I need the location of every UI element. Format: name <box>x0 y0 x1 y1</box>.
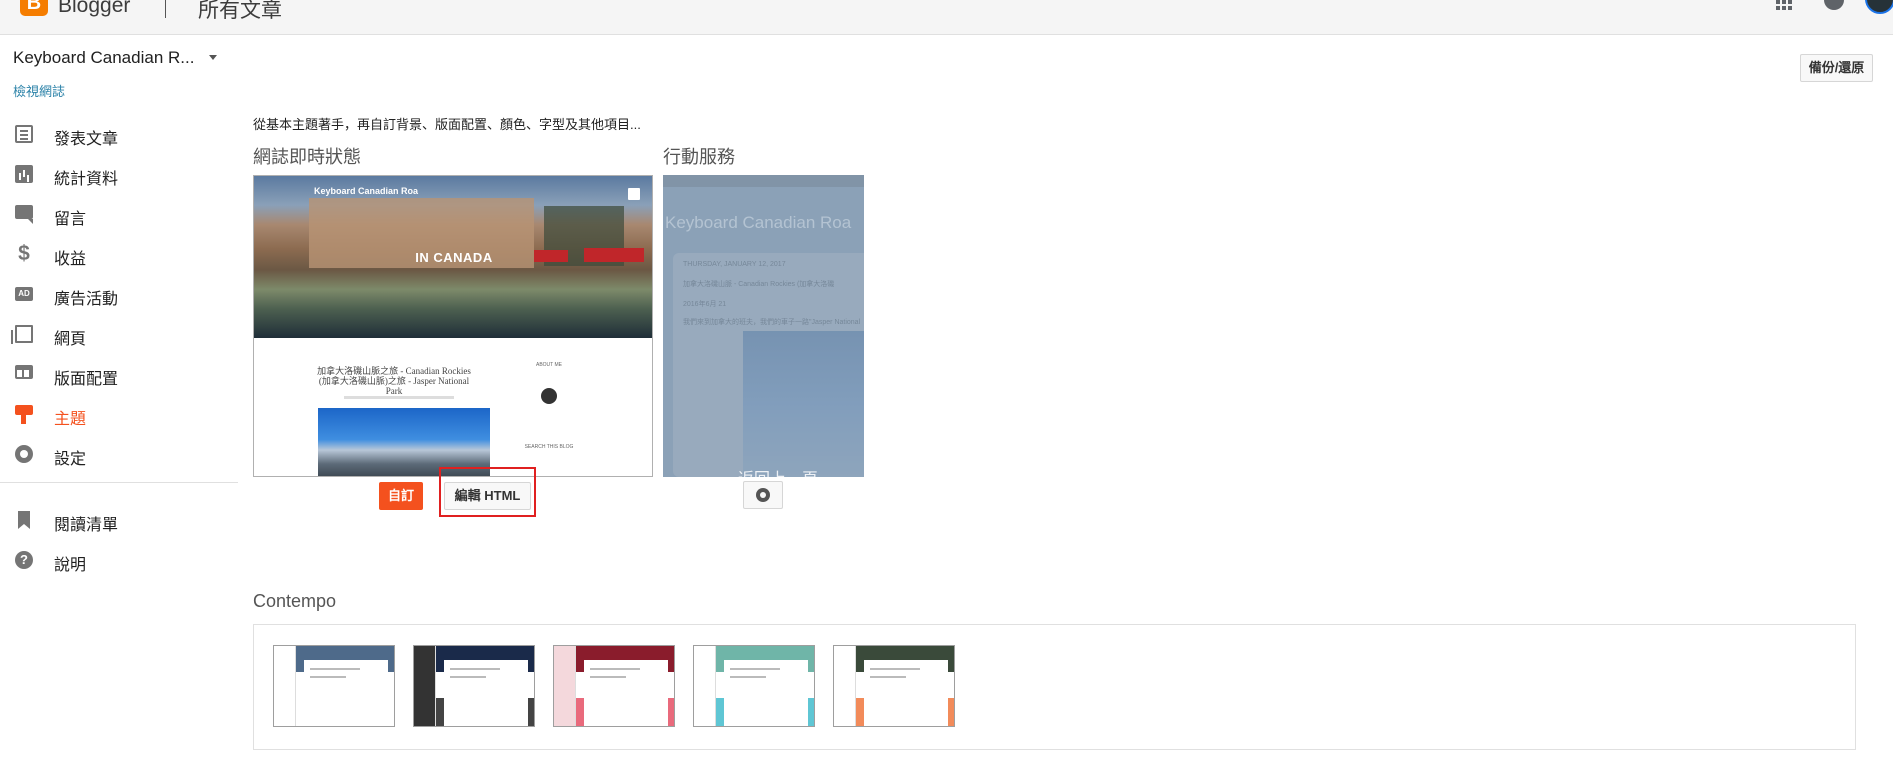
preview-hero-image: Keyboard Canadian Roa IN CANADA <box>254 176 652 338</box>
preview-blog-title: Keyboard Canadian Roa <box>314 186 419 196</box>
layout-icon <box>15 365 33 379</box>
dollar-icon: $ <box>18 242 30 265</box>
theme-thumbnail[interactable] <box>833 645 955 727</box>
sidebar-divider <box>0 482 238 483</box>
pages-icon <box>11 325 33 344</box>
sidebar-item-campaigns[interactable]: AD 廣告活動 <box>0 274 238 314</box>
preview-about-me: ABOUT ME <box>535 362 563 368</box>
page-title: 所有文章 <box>198 0 282 22</box>
sidebar-nav: 發表文章 統計資料 留言 $ 收益 AD 廣告活動 網頁 版面配置 主題 設定 <box>0 114 238 474</box>
thumb-post <box>584 660 668 726</box>
gear-icon <box>15 445 33 463</box>
sidebar-item-label: 主題 <box>54 411 87 428</box>
sidebar-item-label: 留言 <box>54 211 87 228</box>
thumb-sidebar <box>834 646 856 726</box>
thumb-post <box>444 660 528 726</box>
thumb-post <box>724 660 808 726</box>
theme-family-heading: Contempo <box>253 591 337 611</box>
account-icon[interactable] <box>1824 0 1844 10</box>
avatar[interactable] <box>1865 0 1893 14</box>
sidebar-item-theme[interactable]: 主題 <box>0 394 238 434</box>
mobile-theme-preview[interactable]: Keyboard Canadian Roa THURSDAY, JANUARY … <box>663 175 864 477</box>
mobile-settings-button[interactable] <box>743 481 783 509</box>
sidebar-item-reading-list[interactable]: 閱讀清單 <box>0 500 238 540</box>
sidebar-item-label: 統計資料 <box>54 171 119 188</box>
mobile-overlay <box>663 175 864 477</box>
thumb-post <box>304 660 388 726</box>
bookmark-icon <box>18 511 30 529</box>
divider <box>165 0 166 18</box>
preview-hero-caption: IN CANADA <box>415 250 493 265</box>
sidebar-item-pages[interactable]: 網頁 <box>0 314 238 354</box>
gear-icon <box>756 488 770 502</box>
edit-html-button[interactable]: 編輯 HTML <box>444 482 531 510</box>
stats-icon <box>15 165 33 183</box>
ads-icon: AD <box>15 287 33 301</box>
sidebar-item-stats[interactable]: 統計資料 <box>0 154 238 194</box>
thumb-sidebar <box>274 646 296 726</box>
posts-icon <box>15 125 33 143</box>
top-bar: B Blogger 所有文章 <box>0 0 1893 35</box>
thumb-line <box>870 676 906 678</box>
help-icon: ? <box>15 551 33 569</box>
sidebar-item-layout[interactable]: 版面配置 <box>0 354 238 394</box>
preview-post-meta <box>344 396 454 399</box>
sidebar-item-help[interactable]: ? 說明 <box>0 540 238 580</box>
backup-restore-button[interactable]: 備份/還原 <box>1800 54 1873 82</box>
thumb-line <box>590 676 626 678</box>
thumb-sidebar <box>694 646 716 726</box>
mobile-label: 行動服務 <box>663 147 735 167</box>
apps-grid-icon[interactable] <box>1776 0 1792 10</box>
thumb-sidebar <box>414 646 436 726</box>
sidebar-item-label: 版面配置 <box>54 371 119 388</box>
sidebar-item-settings[interactable]: 設定 <box>0 434 238 474</box>
preview-post-title: 加拿大洛磯山脈之旅 - Canadian Rockies (加拿大洛磯山脈)之旅… <box>317 366 471 396</box>
thumb-line <box>310 676 346 678</box>
sidebar-item-comments[interactable]: 留言 <box>0 194 238 234</box>
sidebar-item-label: 網頁 <box>54 331 87 348</box>
intro-text: 從基本主題著手，再自訂背景、版面配置、顏色、字型及其他項目... <box>253 117 641 132</box>
live-blog-label: 網誌即時狀態 <box>253 147 361 167</box>
preview-menu-icon <box>628 188 640 200</box>
sidebar-item-earnings[interactable]: $ 收益 <box>0 234 238 274</box>
thumb-line <box>730 676 766 678</box>
thumb-line <box>870 668 920 670</box>
mobile-back-link: 返回上一頁 <box>738 465 818 477</box>
preview-search-label: SEARCH THIS BLOG <box>524 444 574 450</box>
customize-button[interactable]: 自訂 <box>379 482 423 510</box>
theme-thumbnail[interactable] <box>413 645 535 727</box>
brand-name[interactable]: Blogger <box>58 0 130 18</box>
theme-gallery <box>253 624 1856 750</box>
preview-sidebar: ABOUT ME SEARCH THIS BLOG <box>509 358 589 476</box>
sidebar-item-label: 說明 <box>54 557 87 574</box>
comments-icon <box>15 205 33 224</box>
sidebar-item-posts[interactable]: 發表文章 <box>0 114 238 154</box>
thumb-line <box>310 668 360 670</box>
chevron-down-icon[interactable] <box>209 55 217 60</box>
thumb-line <box>450 668 500 670</box>
thumb-post <box>864 660 948 726</box>
sidebar-secondary-nav: 閱讀清單 ? 說明 <box>0 500 238 580</box>
thumb-line <box>590 668 640 670</box>
preview-avatar <box>541 388 557 404</box>
theme-thumbnail[interactable] <box>273 645 395 727</box>
thumb-line <box>450 676 486 678</box>
sidebar-item-label: 發表文章 <box>54 131 119 148</box>
live-theme-preview[interactable]: Keyboard Canadian Roa IN CANADA 加拿大洛磯山脈之… <box>253 175 653 477</box>
sidebar-item-label: 閱讀清單 <box>54 517 119 534</box>
sidebar-item-label: 收益 <box>54 251 87 268</box>
blog-selector[interactable]: Keyboard Canadian R... <box>13 48 194 68</box>
thumb-sidebar <box>554 646 576 726</box>
sidebar-item-label: 設定 <box>54 451 87 468</box>
theme-thumbnail[interactable] <box>553 645 675 727</box>
view-blog-link[interactable]: 檢視網誌 <box>13 81 65 100</box>
theme-icon <box>15 405 33 424</box>
thumb-line <box>730 668 780 670</box>
theme-thumbnail[interactable] <box>693 645 815 727</box>
sidebar-item-label: 廣告活動 <box>54 291 119 308</box>
blogger-logo-icon[interactable]: B <box>20 0 48 16</box>
